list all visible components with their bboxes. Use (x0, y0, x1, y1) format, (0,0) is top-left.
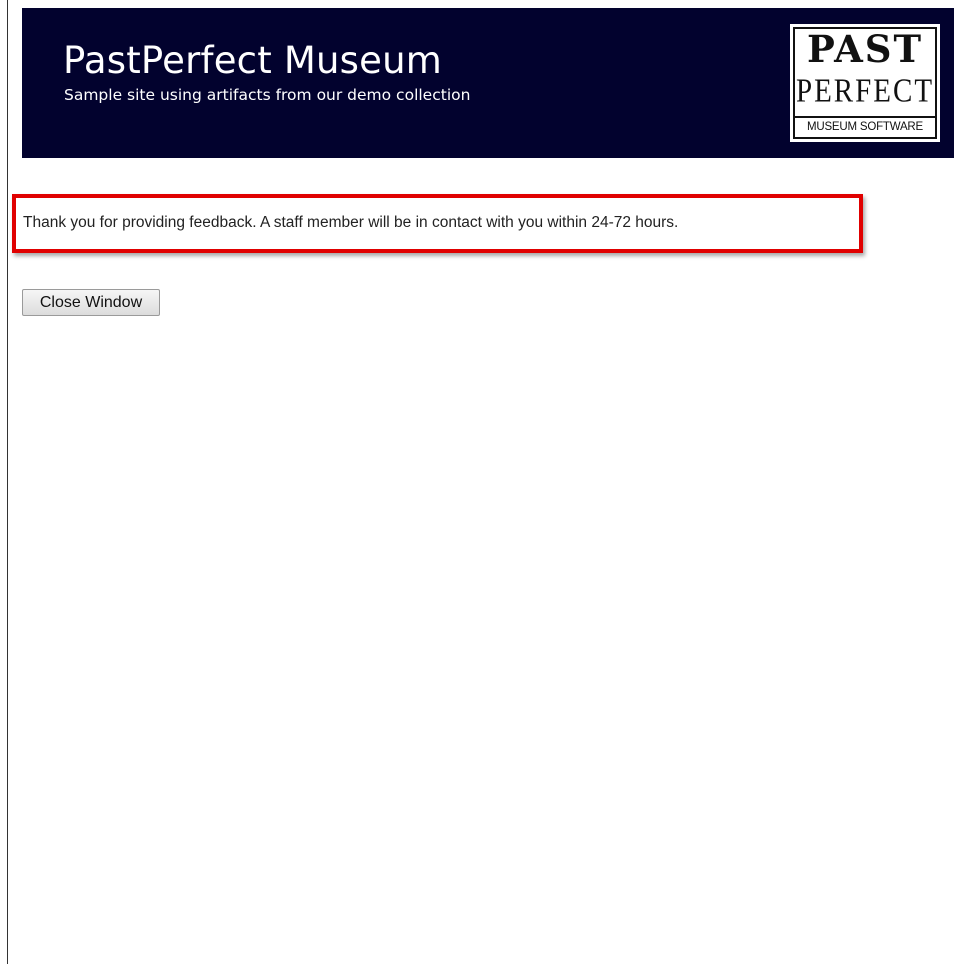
site-subtitle: Sample site using artifacts from our dem… (64, 86, 471, 104)
logo-perfect-text: PERFECT (795, 72, 935, 110)
confirmation-message: Thank you for providing feedback. A staf… (23, 214, 679, 231)
close-window-button[interactable]: Close Window (22, 289, 160, 316)
site-title: PastPerfect Museum (63, 39, 442, 82)
logo-frame: PAST PERFECT MUSEUM SOFTWARE (793, 27, 937, 139)
site-header-banner: PastPerfect Museum Sample site using art… (22, 8, 954, 158)
logo-museum-software-text: MUSEUM SOFTWARE (795, 116, 935, 137)
logo-past-text: PAST (806, 27, 924, 71)
pastperfect-logo: PAST PERFECT MUSEUM SOFTWARE (790, 24, 940, 142)
